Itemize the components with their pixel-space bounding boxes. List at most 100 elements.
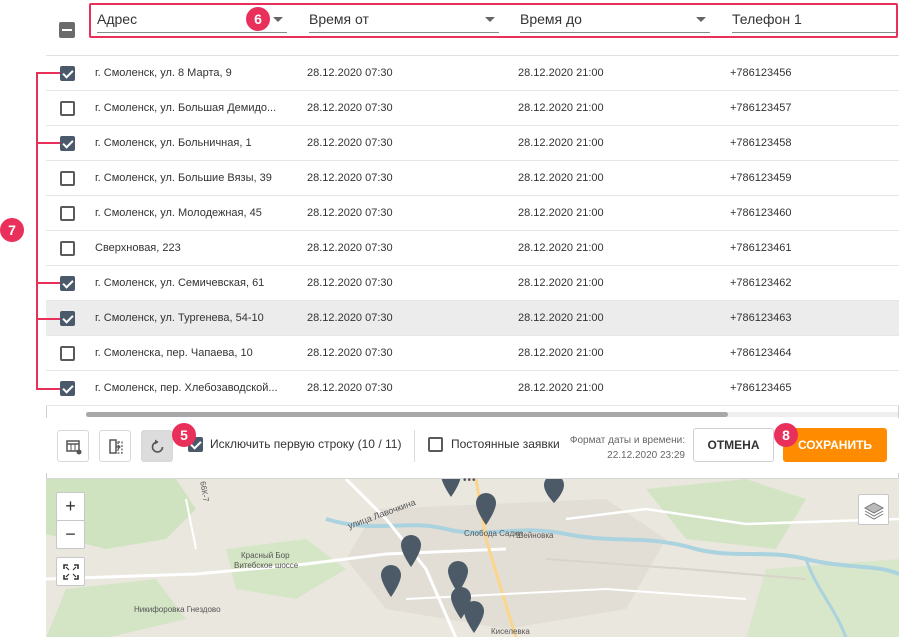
table-row[interactable]: г. Смоленск, ул. Больничная, 1 28.12.202… bbox=[46, 126, 899, 161]
row-checkbox[interactable] bbox=[60, 136, 75, 151]
permanent-orders-label: Постоянные заявки bbox=[451, 437, 560, 451]
cell-address: г. Смоленск, ул. Молодежная, 45 bbox=[95, 207, 262, 219]
row-checkbox[interactable] bbox=[60, 311, 75, 326]
cell-time-from: 28.12.2020 07:30 bbox=[307, 277, 393, 289]
cell-address: г. Смоленск, ул. Большая Демидо... bbox=[95, 102, 277, 114]
column-mapping-icon bbox=[109, 439, 123, 454]
cell-time-to: 28.12.2020 21:00 bbox=[518, 277, 604, 289]
map-view[interactable]: улица Лавочкина Слобода Садки Шейновка К… bbox=[46, 478, 899, 637]
cell-time-from: 28.12.2020 07:30 bbox=[307, 207, 393, 219]
cell-time-from: 28.12.2020 07:30 bbox=[307, 242, 393, 254]
bracket-tick bbox=[36, 388, 60, 390]
table-row[interactable]: г. Смоленск, ул. Молодежная, 45 28.12.20… bbox=[46, 196, 899, 231]
cell-address: г. Смоленска, пер. Чапаева, 10 bbox=[95, 347, 253, 359]
reset-button[interactable] bbox=[141, 430, 173, 462]
date-format-value[interactable]: 22.12.2020 23:29 bbox=[555, 448, 685, 463]
cell-phone: +786123460 bbox=[730, 207, 792, 219]
table-row[interactable]: г. Смоленск, ул. 8 Марта, 9 28.12.2020 0… bbox=[46, 56, 899, 91]
cell-phone: +786123457 bbox=[730, 102, 792, 114]
fullscreen-button[interactable] bbox=[56, 557, 85, 586]
table-settings-icon bbox=[66, 440, 82, 455]
cell-address: г. Смоленск, ул. Больничная, 1 bbox=[95, 137, 252, 149]
badge-rows: 7 bbox=[0, 218, 24, 242]
cell-time-to: 28.12.2020 21:00 bbox=[518, 312, 604, 324]
date-format-info[interactable]: Формат даты и времени: 22.12.2020 23:29 bbox=[555, 433, 685, 463]
cell-address: г. Смоленск, ул. Большие Вязы, 39 bbox=[95, 172, 272, 184]
cell-time-to: 28.12.2020 21:00 bbox=[518, 207, 604, 219]
badge-save: 8 bbox=[774, 423, 798, 447]
row-checkbox[interactable] bbox=[60, 241, 75, 256]
row-checkbox[interactable] bbox=[60, 171, 75, 186]
row-checkbox[interactable] bbox=[60, 66, 75, 81]
row-checkbox[interactable] bbox=[60, 206, 75, 221]
cancel-button[interactable]: ОТМЕНА bbox=[693, 428, 774, 462]
zoom-out-button[interactable]: − bbox=[56, 520, 85, 549]
map-label: Никифоровка Гнездово bbox=[134, 605, 221, 614]
table-row[interactable]: г. Смоленск, пер. Хлебозаводской... 28.1… bbox=[46, 371, 899, 406]
date-format-label: Формат даты и времени: bbox=[569, 435, 685, 446]
badge-toolbar: 5 bbox=[172, 423, 196, 447]
layers-button[interactable] bbox=[858, 494, 889, 525]
cell-time-to: 28.12.2020 21:00 bbox=[518, 172, 604, 184]
cell-address: г. Смоленск, ул. 8 Марта, 9 bbox=[95, 67, 232, 79]
bracket-tick bbox=[36, 318, 60, 320]
refresh-icon bbox=[151, 439, 164, 453]
checked-rows-bracket bbox=[36, 72, 46, 390]
cell-time-from: 28.12.2020 07:30 bbox=[307, 137, 393, 149]
cell-address: г. Смоленск, ул. Семичевская, 61 bbox=[95, 277, 265, 289]
cell-phone: +786123456 bbox=[730, 67, 792, 79]
cell-address: г. Смоленск, ул. Тургенева, 54-10 bbox=[95, 312, 264, 324]
map-label: Красный Бор bbox=[241, 551, 290, 560]
cell-time-to: 28.12.2020 21:00 bbox=[518, 137, 604, 149]
cell-time-to: 28.12.2020 21:00 bbox=[518, 102, 604, 114]
cell-time-to: 28.12.2020 21:00 bbox=[518, 347, 604, 359]
cell-time-from: 28.12.2020 07:30 bbox=[307, 382, 393, 394]
map-label: Киселевка bbox=[491, 627, 530, 636]
cell-phone: +786123465 bbox=[730, 382, 792, 394]
bracket-tick bbox=[36, 72, 60, 74]
layers-icon bbox=[863, 502, 884, 520]
cell-time-from: 28.12.2020 07:30 bbox=[307, 172, 393, 184]
cell-phone: +786123462 bbox=[730, 277, 792, 289]
bracket-tick bbox=[36, 282, 60, 284]
cell-address: Сверхновая, 223 bbox=[95, 242, 181, 254]
zoom-in-button[interactable]: + bbox=[56, 492, 85, 521]
table-settings-button[interactable] bbox=[57, 430, 89, 462]
row-checkbox[interactable] bbox=[60, 346, 75, 361]
horizontal-scrollbar-thumb[interactable] bbox=[86, 412, 728, 417]
table-row[interactable]: г. Смоленск, ул. Тургенева, 54-10 28.12.… bbox=[46, 301, 899, 336]
table-row[interactable]: Сверхновая, 223 28.12.2020 07:30 28.12.2… bbox=[46, 231, 899, 266]
cell-phone: +786123461 bbox=[730, 242, 792, 254]
row-checkbox[interactable] bbox=[60, 276, 75, 291]
cell-time-to: 28.12.2020 21:00 bbox=[518, 382, 604, 394]
save-button[interactable]: СОХРАНИТЬ bbox=[783, 428, 887, 462]
cell-time-from: 28.12.2020 07:30 bbox=[307, 67, 393, 79]
row-checkbox[interactable] bbox=[60, 381, 75, 396]
cell-time-from: 28.12.2020 07:30 bbox=[307, 347, 393, 359]
cell-time-to: 28.12.2020 21:00 bbox=[518, 67, 604, 79]
select-all-checkbox[interactable] bbox=[59, 22, 75, 38]
column-mapping-button[interactable] bbox=[99, 430, 131, 462]
header-highlight-frame bbox=[89, 3, 898, 38]
cell-phone: +786123464 bbox=[730, 347, 792, 359]
fullscreen-icon bbox=[62, 564, 79, 580]
table-row[interactable]: г. Смоленск, ул. Большие Вязы, 39 28.12.… bbox=[46, 161, 899, 196]
cell-time-from: 28.12.2020 07:30 bbox=[307, 312, 393, 324]
toolbar-divider bbox=[414, 430, 415, 462]
bracket-tick bbox=[36, 142, 60, 144]
cell-phone: +786123463 bbox=[730, 312, 792, 324]
table-row[interactable]: г. Смоленск, ул. Большая Демидо... 28.12… bbox=[46, 91, 899, 126]
cell-phone: +786123458 bbox=[730, 137, 792, 149]
cell-phone: +786123459 bbox=[730, 172, 792, 184]
map-label: Витебское шоссе bbox=[234, 561, 299, 570]
table-row[interactable]: г. Смоленска, пер. Чапаева, 10 28.12.202… bbox=[46, 336, 899, 371]
map-resize-handle[interactable]: ••• bbox=[463, 475, 477, 486]
cell-address: г. Смоленск, пер. Хлебозаводской... bbox=[95, 382, 278, 394]
row-checkbox[interactable] bbox=[60, 101, 75, 116]
table-row[interactable]: г. Смоленск, ул. Семичевская, 61 28.12.2… bbox=[46, 266, 899, 301]
cell-time-from: 28.12.2020 07:30 bbox=[307, 102, 393, 114]
cell-time-to: 28.12.2020 21:00 bbox=[518, 242, 604, 254]
badge-header: 6 bbox=[246, 7, 270, 31]
map-label: Слобода Садки bbox=[464, 529, 523, 538]
permanent-orders-checkbox[interactable] bbox=[428, 437, 443, 452]
